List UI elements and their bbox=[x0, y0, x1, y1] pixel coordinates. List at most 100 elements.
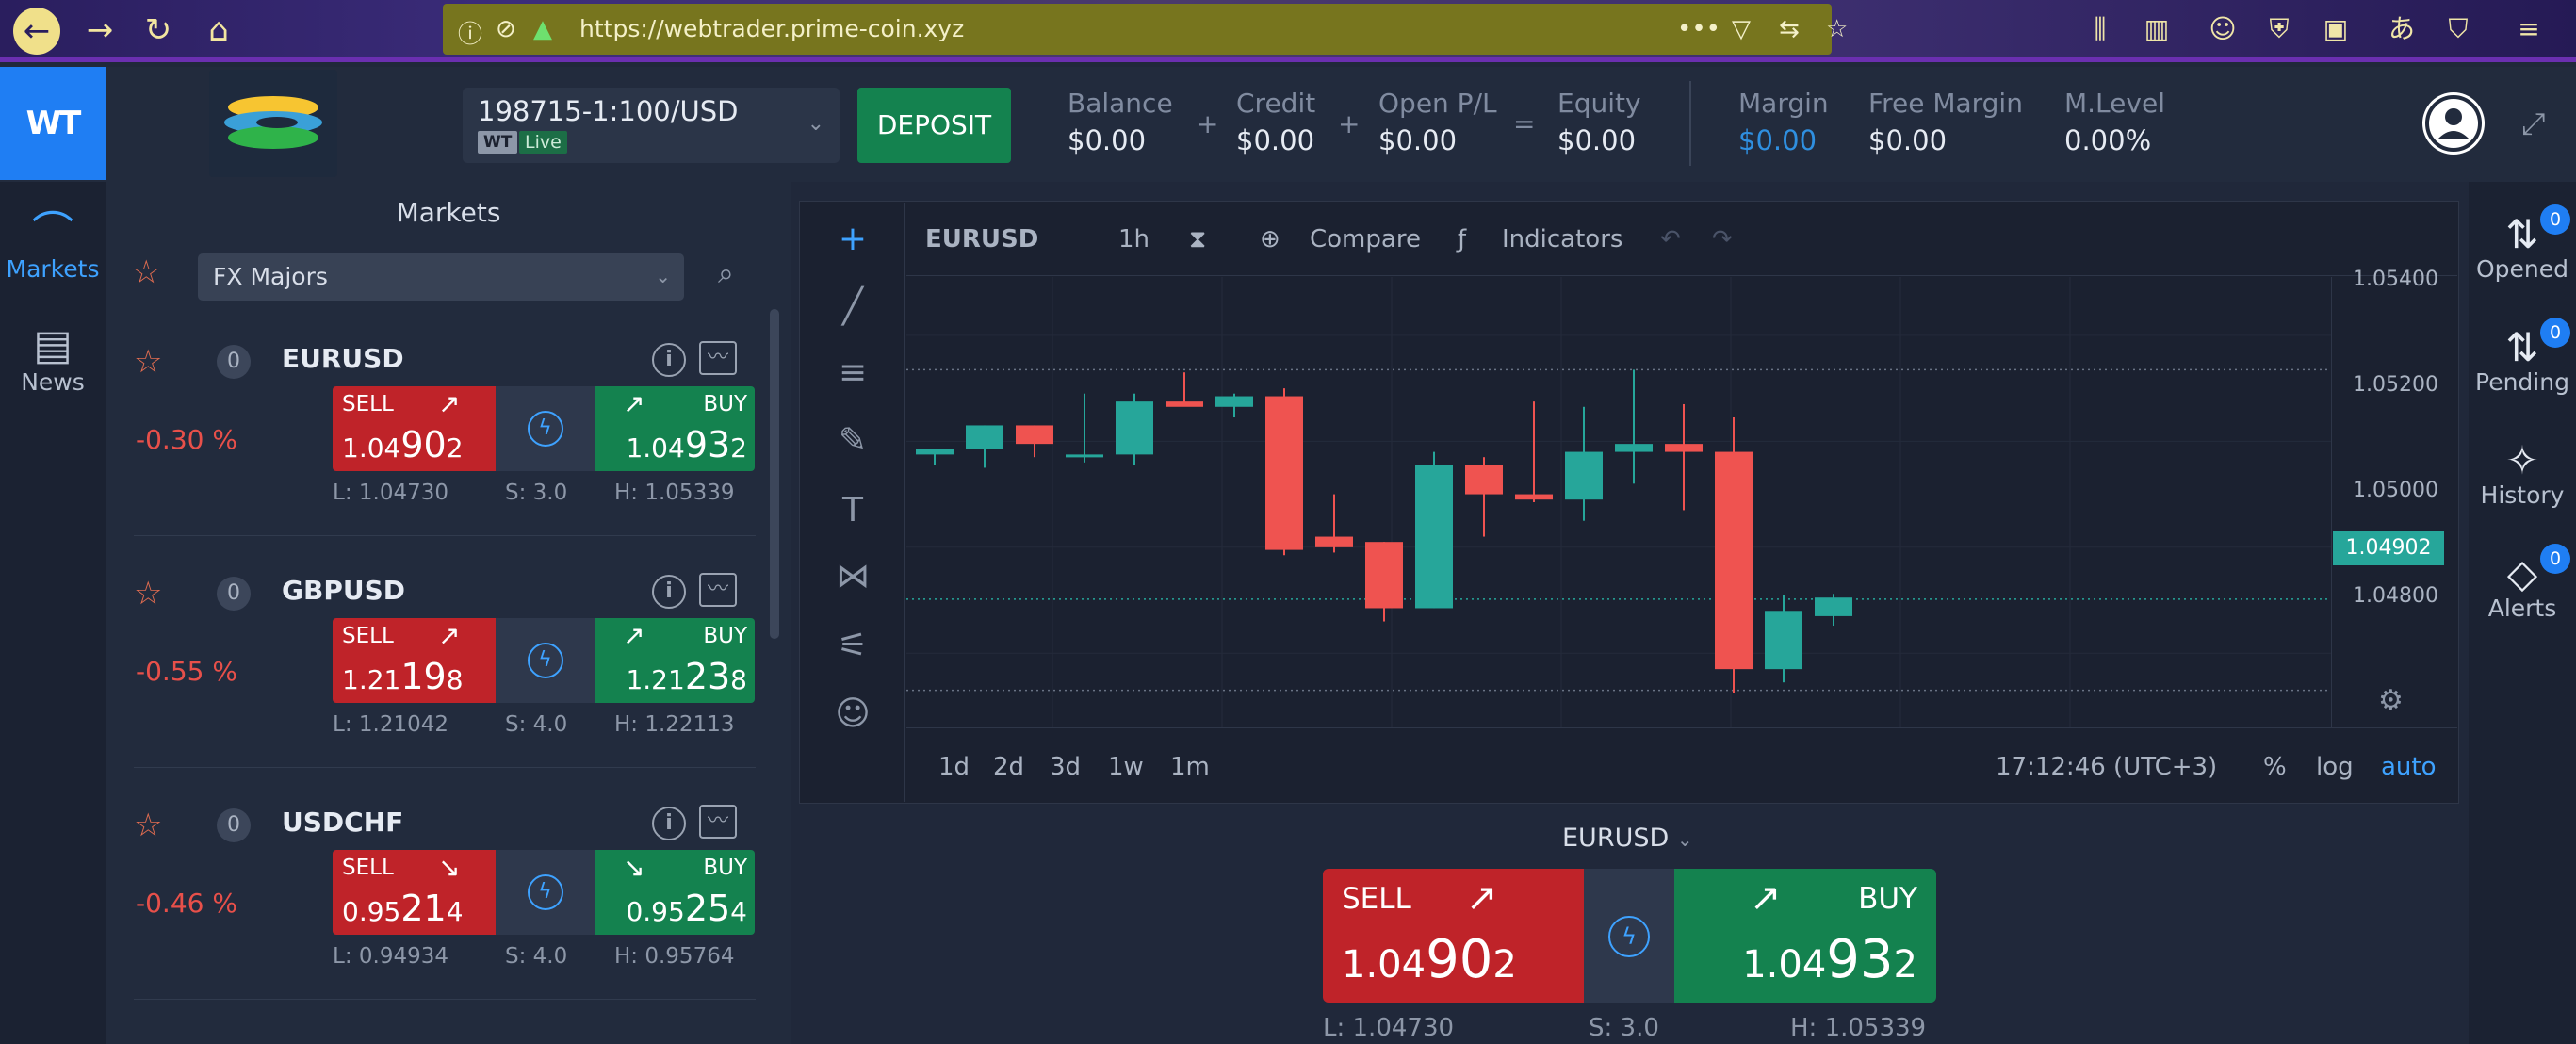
favorites-star-icon[interactable]: ☆ bbox=[132, 253, 160, 291]
scrollbar[interactable] bbox=[770, 309, 779, 639]
range-3d[interactable]: 3d bbox=[1050, 753, 1081, 781]
pocket-icon[interactable]: ▽ bbox=[1732, 15, 1751, 43]
chart-icon[interactable]: 〰 bbox=[699, 341, 737, 375]
pattern-icon[interactable]: ⋈ bbox=[801, 557, 905, 595]
candle[interactable] bbox=[1215, 393, 1253, 418]
settings-gear-icon[interactable]: ⚙ bbox=[2378, 684, 2404, 717]
bookmark-star-icon[interactable]: ☆ bbox=[1826, 15, 1848, 43]
chart-icon[interactable]: 〰 bbox=[699, 805, 737, 839]
scale-percent[interactable]: % bbox=[2263, 753, 2287, 781]
candle[interactable] bbox=[1615, 369, 1653, 484]
text-tool-icon[interactable]: T bbox=[801, 491, 905, 530]
candle[interactable] bbox=[1315, 494, 1353, 553]
info-icon[interactable]: i bbox=[652, 343, 686, 377]
undo-icon[interactable]: ↶ bbox=[1660, 225, 1681, 253]
privacy-icon[interactable]: ⛉ bbox=[2440, 11, 2476, 47]
interval-button[interactable]: 1h bbox=[1118, 225, 1149, 253]
measure-icon[interactable]: ⚟ bbox=[801, 627, 905, 665]
buy-button[interactable]: ↗ BUY 1.04932 bbox=[595, 386, 755, 471]
star-icon[interactable]: ☆ bbox=[134, 343, 162, 381]
emoji-icon[interactable]: ☺ bbox=[801, 694, 905, 733]
range-2d[interactable]: 2d bbox=[993, 753, 1024, 781]
nav-history[interactable]: ✧ History bbox=[2469, 440, 2576, 510]
star-icon[interactable]: ☆ bbox=[134, 575, 162, 612]
candle[interactable] bbox=[1665, 403, 1703, 511]
scale-auto[interactable]: auto bbox=[2381, 753, 2437, 781]
extension-icon[interactable]: ▣ bbox=[2318, 11, 2354, 47]
trade-one-click-toggle[interactable]: ϟ bbox=[1584, 869, 1674, 1003]
star-icon[interactable]: ☆ bbox=[134, 807, 162, 844]
sell-button[interactable]: SELL ↗ 1.21198 bbox=[333, 618, 496, 703]
user-avatar[interactable] bbox=[2422, 92, 2485, 155]
reload-icon[interactable]: ↻ bbox=[139, 11, 177, 49]
deposit-button[interactable]: DEPOSIT bbox=[857, 88, 1011, 163]
sell-button[interactable]: SELL ↗ 1.04902 bbox=[333, 386, 496, 471]
candle[interactable] bbox=[916, 449, 954, 465]
search-icon[interactable]: ⌕ bbox=[718, 257, 734, 290]
nav-markets[interactable]: ⌒ Markets bbox=[0, 210, 106, 284]
url-text[interactable]: https://webtrader.prime-coin.xyz bbox=[579, 15, 964, 42]
library-icon[interactable]: ⫼ bbox=[2082, 11, 2118, 47]
range-1w[interactable]: 1w bbox=[1108, 753, 1144, 781]
market-category-select[interactable]: FX Majors ⌄ bbox=[198, 253, 684, 301]
info-icon[interactable]: i bbox=[652, 575, 686, 609]
nav-news[interactable]: ▤ News bbox=[0, 323, 106, 397]
nav-pending[interactable]: 0 ⇅ Pending bbox=[2469, 318, 2576, 396]
candle[interactable] bbox=[1465, 457, 1503, 537]
compare-plus-icon[interactable]: ⊕ bbox=[1260, 225, 1280, 253]
account-selector[interactable]: 198715-1:100/USD WT Live ⌄ bbox=[463, 88, 840, 163]
brush-icon[interactable]: ✎ bbox=[801, 421, 905, 460]
chart-symbol[interactable]: EURUSD bbox=[925, 225, 1038, 253]
info-icon[interactable]: ⓘ bbox=[458, 15, 482, 50]
chart-icon[interactable]: 〰 bbox=[699, 573, 737, 607]
candle[interactable] bbox=[1515, 401, 1553, 502]
candle[interactable] bbox=[966, 425, 1003, 468]
info-icon[interactable]: i bbox=[652, 807, 686, 840]
one-click-toggle[interactable]: ϟ bbox=[496, 850, 595, 935]
candle[interactable] bbox=[1265, 388, 1303, 556]
sell-button[interactable]: SELL ↘ 0.95214 bbox=[333, 850, 496, 935]
crosshair-icon[interactable]: + bbox=[801, 220, 905, 258]
buy-button[interactable]: ↘ BUY 0.95254 bbox=[595, 850, 755, 935]
candle[interactable] bbox=[1765, 595, 1802, 683]
candle[interactable] bbox=[1815, 594, 1852, 627]
tracking-icon[interactable]: ⊘ bbox=[496, 15, 516, 43]
nav-alerts[interactable]: 0 ◇ Alerts bbox=[2469, 544, 2576, 622]
back-icon[interactable]: ← bbox=[13, 8, 60, 55]
fullscreen-icon[interactable]: ⤢ bbox=[2521, 106, 2546, 142]
candle[interactable] bbox=[1016, 425, 1053, 458]
candle[interactable] bbox=[1116, 393, 1153, 465]
trade-buy-button[interactable]: ↗ BUY 1.04932 bbox=[1674, 869, 1936, 1003]
translate-icon[interactable]: ⇆ bbox=[1779, 15, 1800, 43]
menu-icon[interactable]: ≡ bbox=[2511, 11, 2547, 47]
translate-ext-icon[interactable]: あ bbox=[2384, 11, 2420, 47]
candle[interactable] bbox=[1565, 406, 1603, 521]
address-bar[interactable]: ⓘ ⊘ ▲ https://webtrader.prime-coin.xyz •… bbox=[443, 4, 1848, 55]
account-icon[interactable]: ☺ bbox=[2205, 11, 2241, 47]
market-row-usdchf[interactable]: ☆ 0 USDCHF i 〰 -0.46 % SELL ↘ 0.95214 ϟ … bbox=[106, 782, 765, 1014]
candle-style-icon[interactable]: ⧗ bbox=[1189, 225, 1206, 254]
candle[interactable] bbox=[1066, 393, 1103, 463]
indicators-button[interactable]: Indicators bbox=[1502, 225, 1622, 253]
extension-shield-icon[interactable]: ⛨ bbox=[2261, 11, 2297, 47]
trade-symbol-selector[interactable]: EURUSD ⌄ bbox=[1562, 824, 1693, 853]
trendline-icon[interactable]: ╱ bbox=[801, 287, 905, 326]
market-row-gbpusd[interactable]: ☆ 0 GBPUSD i 〰 -0.55 % SELL ↗ 1.21198 ϟ … bbox=[106, 550, 765, 782]
sidebar-icon[interactable]: ▥ bbox=[2139, 11, 2175, 47]
candle[interactable] bbox=[1715, 417, 1753, 693]
candle[interactable] bbox=[1166, 372, 1203, 407]
market-row-eurusd[interactable]: ☆ 0 EURUSD i 〰 -0.30 % SELL ↗ 1.04902 ϟ … bbox=[106, 318, 765, 550]
one-click-toggle[interactable]: ϟ bbox=[496, 618, 595, 703]
fib-lines-icon[interactable]: ≡ bbox=[801, 353, 905, 392]
candle[interactable] bbox=[1415, 451, 1453, 609]
more-icon[interactable]: ••• bbox=[1677, 15, 1720, 43]
buy-button[interactable]: ↗ BUY 1.21238 bbox=[595, 618, 755, 703]
range-1d[interactable]: 1d bbox=[938, 753, 970, 781]
candle[interactable] bbox=[1365, 542, 1403, 622]
forward-icon[interactable]: → bbox=[81, 11, 119, 49]
scale-log[interactable]: log bbox=[2316, 753, 2354, 781]
compare-button[interactable]: Compare bbox=[1310, 225, 1421, 253]
wt-logo[interactable]: WT bbox=[0, 67, 106, 180]
candlestick-plot[interactable] bbox=[906, 277, 2331, 727]
trade-sell-button[interactable]: SELL ↗ 1.04902 bbox=[1323, 869, 1584, 1003]
